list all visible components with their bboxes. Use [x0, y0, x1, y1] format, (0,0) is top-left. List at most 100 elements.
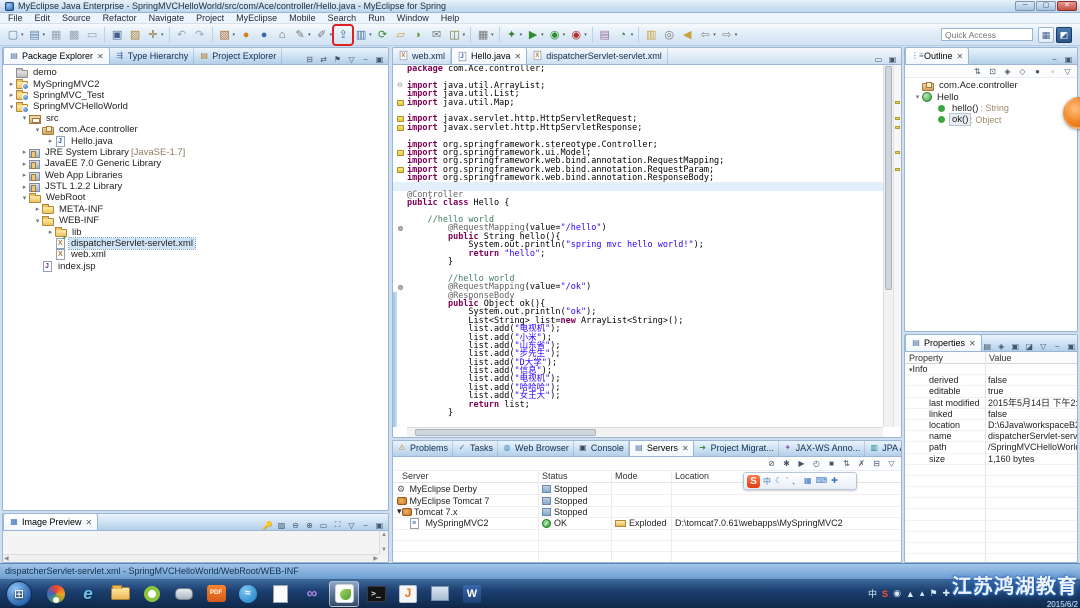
tree-item-hello-java[interactable]: ▸Hello.java	[3, 135, 388, 146]
close-icon[interactable]: ✕	[97, 52, 104, 61]
tab-console[interactable]: ▣Console	[574, 440, 629, 456]
editor-tab-hello-java[interactable]: Hello.java✕	[451, 47, 527, 64]
menu-search[interactable]: Search	[322, 13, 363, 24]
ruler-warning-tick[interactable]	[895, 126, 900, 129]
menu-navigate[interactable]: Navigate	[143, 13, 191, 24]
close-button[interactable]: ✕	[1057, 1, 1077, 11]
dropdown-caret-icon[interactable]: ▾	[563, 32, 566, 38]
undo-button[interactable]: ↶	[173, 26, 191, 44]
run-as-button[interactable]: ◉▾	[546, 26, 568, 44]
tree-item-web-inf[interactable]: ▾WEB-INF	[3, 215, 388, 226]
image-preview-tool-icon[interactable]: ⛶	[332, 520, 343, 530]
file-explorer-taskbar-button[interactable]	[105, 581, 135, 607]
view-tool-icon[interactable]: ⊟	[304, 55, 315, 64]
server-tool-icon[interactable]: ✱	[781, 459, 792, 468]
dropdown-caret-icon[interactable]: ▾	[541, 32, 544, 38]
profile-button[interactable]: ◉▾	[567, 26, 589, 44]
show-hidden-tray-icon[interactable]: ▴	[920, 588, 925, 599]
restore-button[interactable]: ▢	[1036, 1, 1056, 11]
open-directory-button[interactable]: ▱	[392, 26, 410, 44]
menu-mobile[interactable]: Mobile	[283, 13, 322, 24]
print-button[interactable]: ▭	[83, 26, 101, 44]
tree-item-src[interactable]: ▾src	[3, 113, 388, 124]
tree-item-dispatcherservlet-servlet-xml[interactable]: dispatcherServlet-servlet.xml	[3, 238, 388, 249]
edit-launch-button[interactable]: ✐▾	[313, 26, 335, 44]
forward-button[interactable]: ⇨▾	[718, 26, 740, 44]
game-center-taskbar-button[interactable]	[169, 581, 199, 607]
tree-item-demo[interactable]: demo	[3, 67, 388, 78]
menu-myeclipse[interactable]: MyEclipse	[230, 13, 283, 24]
dropdown-caret-icon[interactable]: ▾	[735, 32, 738, 38]
jsp-designer-button[interactable]: ▣	[108, 26, 126, 44]
outline-item-hello[interactable]: hello() : String	[905, 103, 1077, 114]
dropdown-caret-icon[interactable]: ▾	[308, 32, 311, 38]
dropdown-caret-icon[interactable]: ▾	[21, 32, 24, 38]
dropdown-caret-icon[interactable]: ▾	[463, 32, 466, 38]
tab-type-hierarchy[interactable]: ⇶Type Hierarchy	[110, 47, 195, 64]
tree-item-myspringmvc2[interactable]: ▸MySpringMVC2	[3, 78, 388, 89]
myeclipse-center-button[interactable]: ◗	[410, 26, 428, 44]
tree-item-lib[interactable]: ▸lib	[3, 226, 388, 237]
redo-button[interactable]: ↷	[191, 26, 209, 44]
tree-item-web-app-libraries[interactable]: ▸Web App Libraries	[3, 170, 388, 181]
menu-project[interactable]: Project	[190, 13, 230, 24]
view-menu-icon[interactable]: −	[360, 521, 371, 530]
tab-web-browser[interactable]: ◍Web Browser	[498, 440, 574, 456]
thunder-taskbar-button[interactable]: ≈	[233, 581, 263, 607]
new-java-project-button[interactable]: ▤▾	[26, 26, 48, 44]
image-preview-tool-icon[interactable]: ▨	[276, 521, 287, 530]
server-tool-icon[interactable]: ■	[826, 459, 837, 468]
tree-item-jre-system-library[interactable]: ▸JRE System Library [JavaSE-1.7]	[3, 147, 388, 158]
db-connection-button[interactable]: ●	[255, 26, 273, 44]
sogou-tool-icon[interactable]: 、	[792, 476, 800, 487]
menu-edit[interactable]: Edit	[29, 13, 57, 24]
image-preview-tool-icon[interactable]: 🔑	[262, 521, 273, 530]
report-button[interactable]: ✉	[428, 26, 446, 44]
manage-deployments-button[interactable]: ▥▾	[352, 26, 374, 44]
sogou-input-bar[interactable]: S 中☾’、▦⌨✚	[743, 472, 857, 490]
sogou-tray-tray-icon[interactable]: S	[882, 589, 888, 599]
tree-item-com-ace-controller[interactable]: ▾com.Ace.controller	[3, 124, 388, 135]
dropdown-caret-icon[interactable]: ▾	[713, 32, 716, 38]
menu-refactor[interactable]: Refactor	[97, 13, 143, 24]
picture-viewer-taskbar-button[interactable]	[425, 581, 455, 607]
outline-item-hello[interactable]: ▾Hello	[905, 91, 1077, 102]
derby-db-button[interactable]: ●	[237, 26, 255, 44]
server-tool-icon[interactable]: ▶	[796, 459, 807, 468]
deploy-to-server-button[interactable]: ⇪	[334, 26, 352, 44]
outline-tool-icon[interactable]: ▽	[1062, 67, 1073, 76]
image-preview-tool-icon[interactable]: ⊕	[304, 521, 315, 530]
outline-tool-icon[interactable]: ●	[1032, 67, 1043, 76]
col-property[interactable]: Property	[909, 353, 943, 363]
web-browser-button[interactable]: ⌂	[273, 26, 291, 44]
dropdown-caret-icon[interactable]: ▾	[369, 32, 372, 38]
server-tool-icon[interactable]: ▽	[886, 459, 897, 468]
tab-properties[interactable]: ▤ Properties ✕	[905, 334, 982, 351]
build-button[interactable]: ✛▾	[144, 26, 166, 44]
image-preview-vscrollbar[interactable]: ▲ ▼	[379, 531, 388, 554]
sogou-tool-icon[interactable]: 中	[763, 476, 771, 487]
dropdown-caret-icon[interactable]: ▾	[491, 32, 494, 38]
safety-shield-tray-icon[interactable]: ✚	[942, 588, 950, 599]
notepad-taskbar-button[interactable]	[265, 581, 295, 607]
editor-tab-dispatcherservlet-servlet-xml[interactable]: dispatcherServlet-servlet.xml	[527, 47, 668, 64]
dropdown-caret-icon[interactable]: ▾	[330, 32, 333, 38]
outline-item-com-ace-controller[interactable]: com.Ace.controller	[905, 80, 1077, 91]
view-tool-icon[interactable]: ▣	[374, 55, 385, 64]
expand-arrow-icon[interactable]: ▾	[397, 506, 402, 517]
tree-item-javaee-7-0-generic-library[interactable]: ▸JavaEE 7.0 Generic Library	[3, 158, 388, 169]
ruler-warning-tick[interactable]	[895, 117, 900, 120]
new-web-component-button[interactable]: ▧▾	[216, 26, 238, 44]
col-value[interactable]: Value	[989, 353, 1011, 363]
menu-help[interactable]: Help	[435, 13, 466, 24]
quick-access-input[interactable]	[941, 28, 1033, 41]
property-group-info[interactable]: ▾Info	[905, 364, 1077, 375]
tray-app-tray-icon[interactable]: ◉	[893, 588, 901, 599]
server-tool-icon[interactable]: ⇅	[841, 459, 852, 468]
debug-button[interactable]: ✦▾	[503, 26, 525, 44]
tree-item-webroot[interactable]: ▾WebRoot	[3, 192, 388, 203]
server-row-myeclipse-tomcat-7[interactable]: MyEclipse Tomcat 7Stopped	[393, 495, 901, 506]
visual-studio-taskbar-button[interactable]: ∞	[297, 581, 327, 607]
property-row-path[interactable]: path/SpringMVCHelloWorld/W...	[905, 442, 1077, 453]
sogou-tool-icon[interactable]: ☾	[775, 476, 782, 487]
